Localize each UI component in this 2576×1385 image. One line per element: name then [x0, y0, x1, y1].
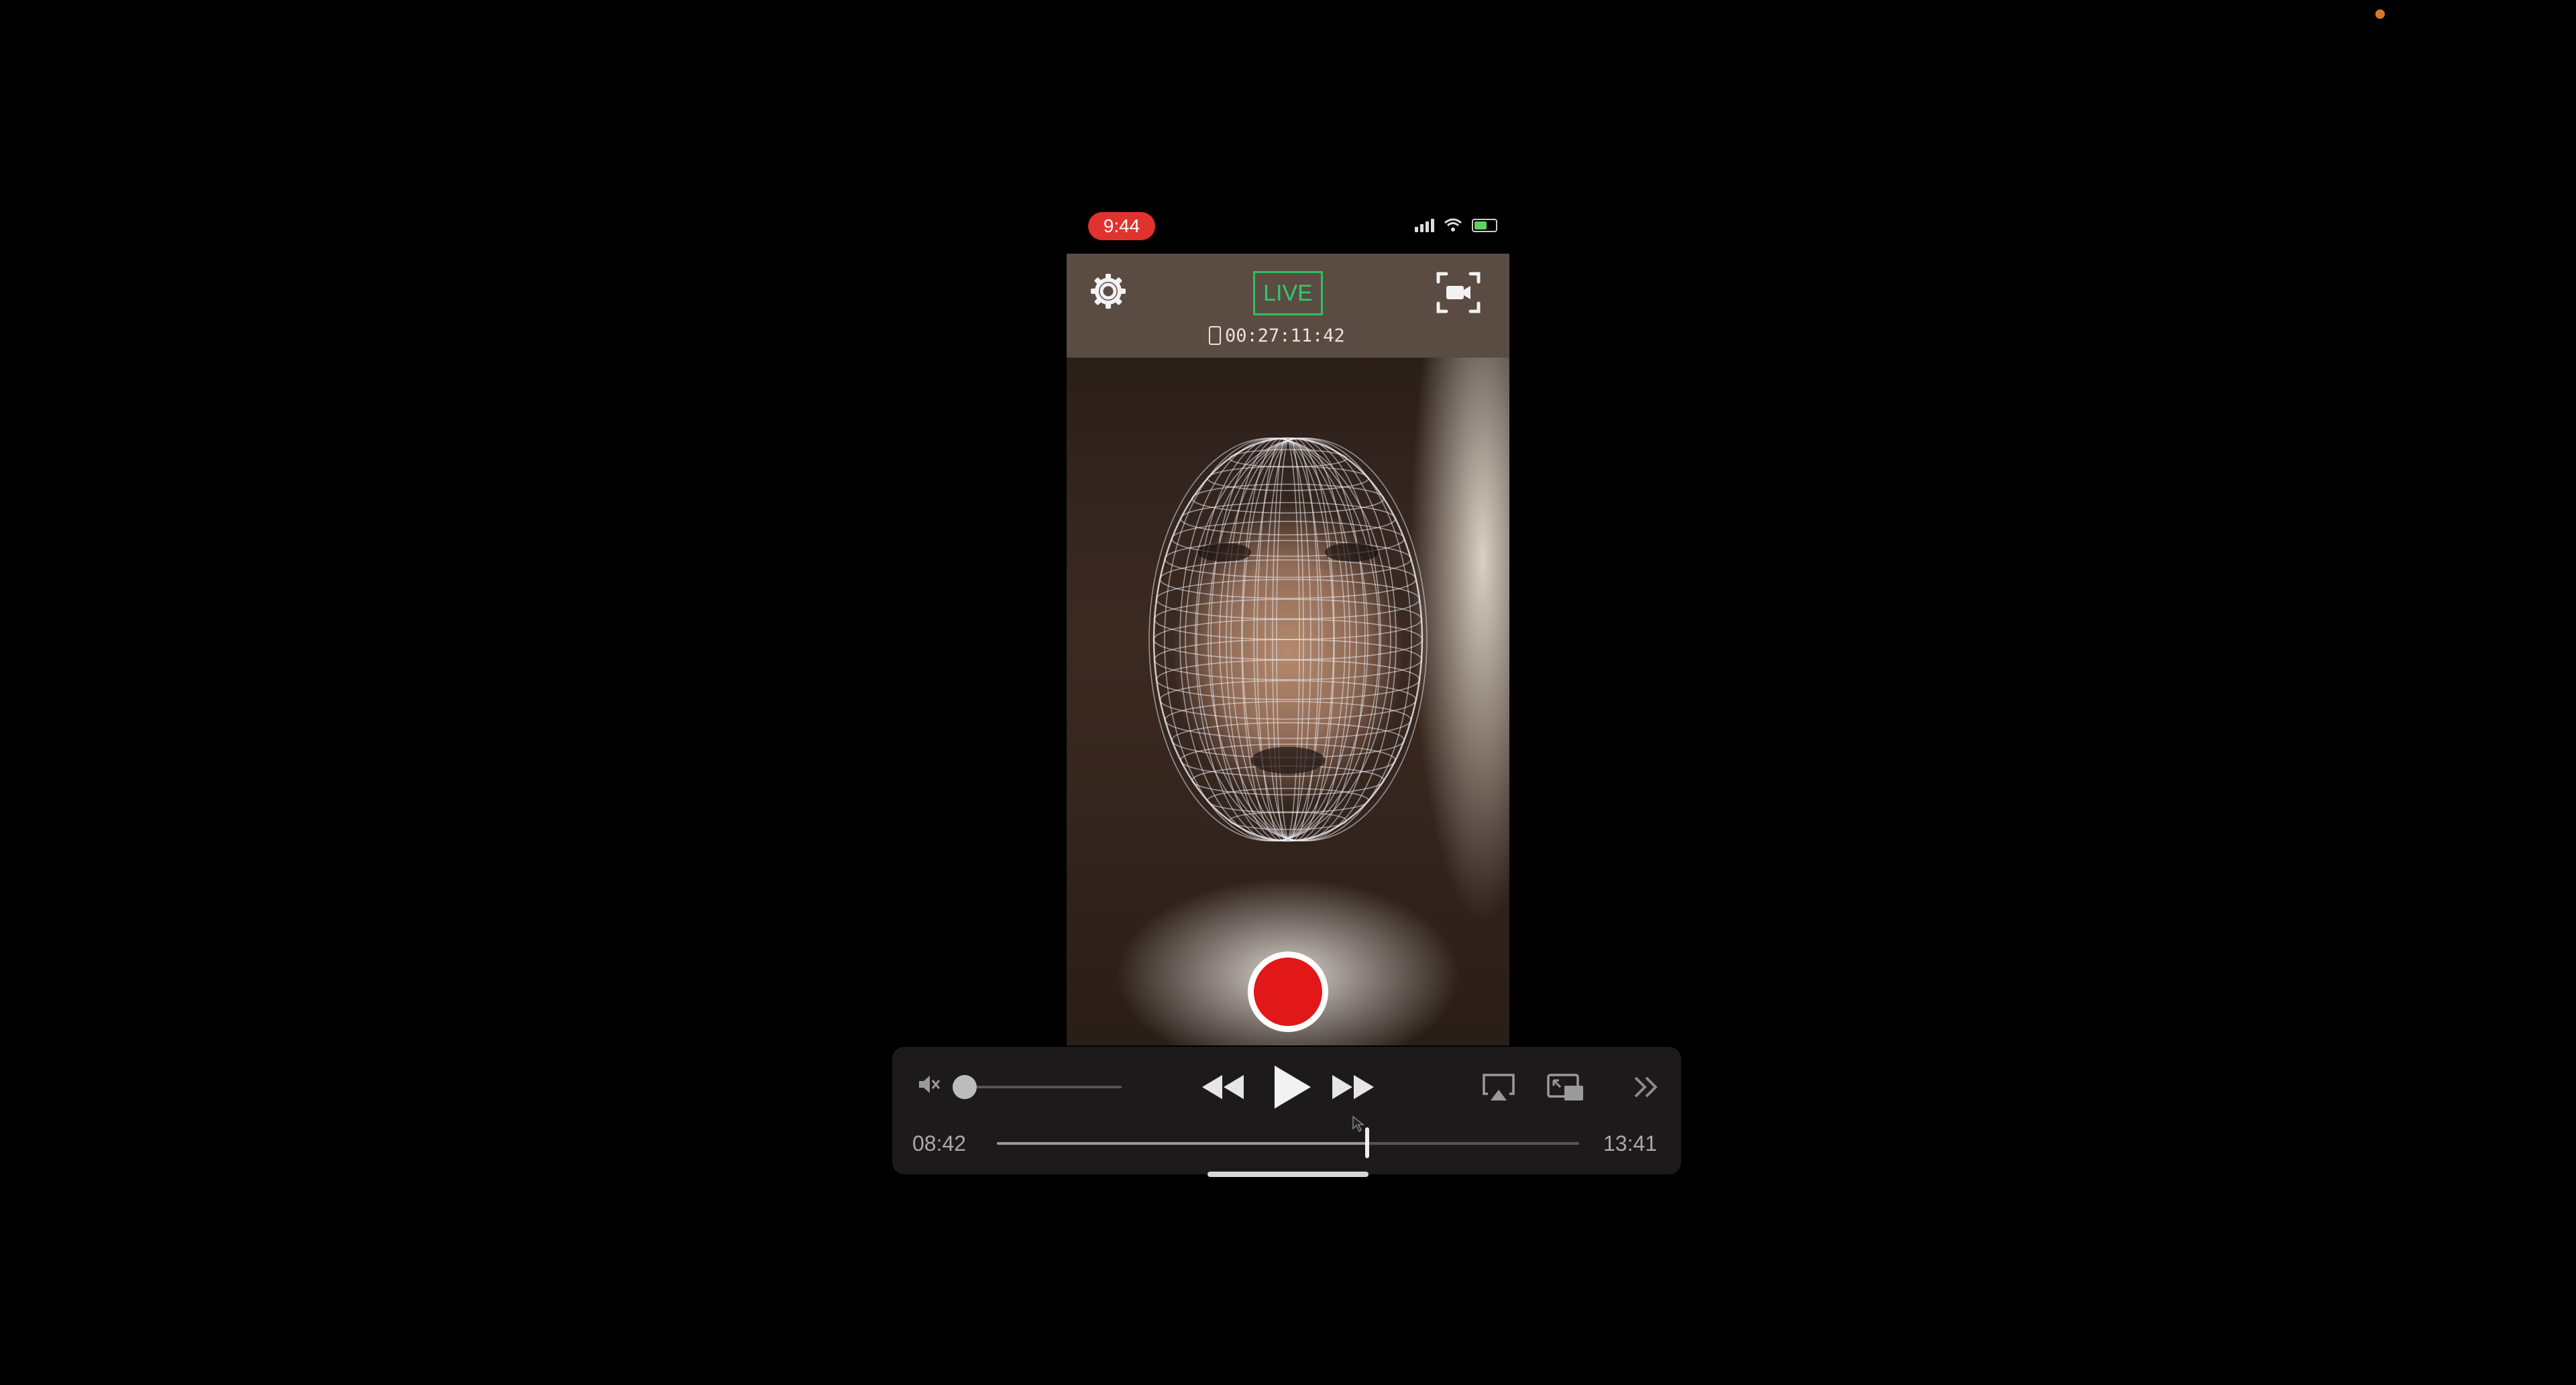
scrubber-progress	[997, 1142, 1368, 1145]
fast-forward-icon[interactable]	[1328, 1071, 1378, 1103]
camera-indicator-dot	[2375, 9, 2385, 19]
video-camera-frame-icon[interactable]	[1434, 268, 1483, 317]
app-top-bar: LIVE 00:27:11:42	[1067, 254, 1509, 358]
wifi-icon	[1444, 218, 1462, 232]
battery-icon	[1472, 219, 1497, 232]
scrubber-track[interactable]	[997, 1127, 1579, 1158]
status-clock: 9:44	[1088, 212, 1155, 240]
elapsed-time: 08:42	[912, 1131, 967, 1156]
phone-icon	[1209, 326, 1221, 345]
more-chevron-icon[interactable]	[1630, 1071, 1662, 1103]
mouse-cursor-icon	[1352, 1115, 1365, 1133]
airplay-icon[interactable]	[1480, 1071, 1517, 1105]
timecode-value: 00:27:11:42	[1225, 325, 1345, 346]
rewind-icon[interactable]	[1198, 1071, 1248, 1103]
media-controls-bar: 08:42 13:41	[892, 1047, 1681, 1174]
face-capture-app: LIVE 00:27:11:42	[1067, 254, 1509, 1045]
phone-status-bar: 9:44	[1067, 209, 1509, 250]
live-badge[interactable]: LIVE	[1253, 271, 1323, 315]
picture-in-picture-icon[interactable]	[1546, 1071, 1586, 1105]
volume-slider-knob[interactable]	[953, 1075, 977, 1099]
face-tracking-mesh	[1148, 437, 1428, 842]
scrubber-playhead[interactable]	[1365, 1127, 1370, 1158]
total-duration: 13:41	[1603, 1131, 1658, 1156]
record-button[interactable]	[1248, 952, 1328, 1032]
gear-icon[interactable]	[1087, 270, 1130, 313]
screen: 9:44 LIVE 00:27:11:42 08:42 13:41	[0, 0, 2576, 1385]
volume-slider-track[interactable]	[963, 1086, 1122, 1088]
cellular-signal-icon	[1415, 219, 1434, 232]
home-indicator	[1208, 1172, 1368, 1177]
status-icons	[1415, 217, 1497, 232]
timecode-display: 00:27:11:42	[1209, 323, 1370, 348]
mute-icon[interactable]	[915, 1071, 942, 1098]
play-icon[interactable]	[1265, 1062, 1316, 1113]
